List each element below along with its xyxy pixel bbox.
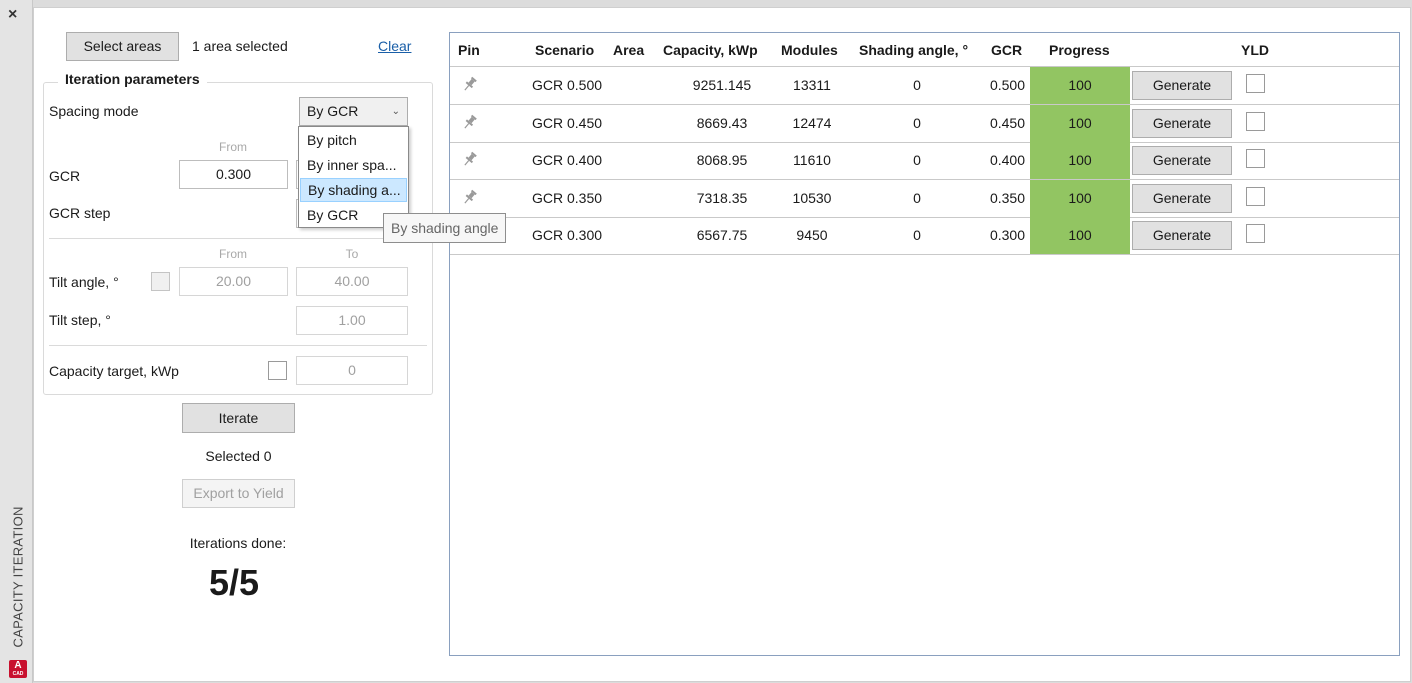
selected-count-text: Selected 0 (205, 448, 272, 464)
spacing-mode-value: By GCR (307, 103, 359, 119)
column-header-progress: Progress (1049, 42, 1110, 58)
cell-capacity: 6567.75 (696, 227, 748, 243)
dropdown-option-by-pitch[interactable]: By pitch (300, 128, 407, 152)
app-logo-sub: CAD (12, 671, 24, 677)
cell-shading-angle: 0 (913, 227, 921, 243)
spacing-mode-label: Spacing mode (49, 103, 139, 119)
area-status-text: 1 area selected (192, 38, 288, 54)
column-header-area: Area (613, 42, 645, 58)
cell-shading-angle: 0 (913, 114, 921, 131)
group-title: Iteration parameters (58, 71, 207, 87)
column-header-modules: Modules (781, 42, 838, 58)
dropdown-option-by-shading-angle[interactable]: By shading a... (300, 178, 407, 202)
yld-checkbox[interactable] (1246, 74, 1265, 93)
chevron-down-icon: ⌄ (391, 106, 400, 117)
tilt-angle-label: Tilt angle, ° (49, 274, 119, 290)
from-column-label: From (219, 140, 247, 154)
cell-shading-angle: 0 (913, 77, 921, 93)
progress-cell: 100 (1030, 104, 1130, 142)
results-table: Pin Scenario Area Capacity, kWp Modules … (449, 32, 1400, 656)
divider (49, 238, 427, 239)
cell-gcr: 0.400 (989, 152, 1025, 168)
cell-capacity: 8669.43 (696, 114, 748, 131)
column-header-pin: Pin (458, 42, 480, 58)
clear-link[interactable]: Clear (378, 38, 411, 54)
yld-checkbox[interactable] (1246, 149, 1265, 168)
cell-scenario: GCR 0.350 (532, 189, 603, 206)
table-row: GCR 0.300 6567.75 9450 0 0.300 100 Generate (450, 217, 1399, 255)
generate-button[interactable]: Generate (1132, 71, 1232, 100)
dropdown-tooltip: By shading angle (383, 213, 507, 243)
table-row: GCR 0.450 8669.43 12474 0 0.450 100 Generate (450, 104, 1399, 143)
gcr-from-input[interactable]: 0.300 (179, 160, 288, 189)
table-row: GCR 0.350 7318.35 10530 0 0.350 100 Generate (450, 179, 1399, 218)
gcr-label: GCR (49, 168, 81, 184)
close-icon[interactable]: × (8, 6, 17, 24)
cell-capacity: 8068.95 (696, 152, 748, 168)
dropdown-option-by-inner-spacing[interactable]: By inner spa... (300, 153, 407, 177)
capacity-target-label: Capacity target, kWp (49, 363, 179, 379)
cell-capacity: 7318.35 (696, 189, 748, 206)
spacing-mode-select[interactable]: By GCR ⌄ (299, 97, 408, 126)
cell-gcr: 0.300 (989, 227, 1025, 243)
gcr-step-label: GCR step (49, 205, 111, 221)
tilt-to-column-label: To (345, 247, 359, 261)
column-header-yld: YLD (1241, 42, 1269, 58)
pin-icon[interactable] (461, 75, 479, 93)
generate-button[interactable]: Generate (1132, 108, 1232, 138)
tilt-angle-checkbox[interactable] (151, 272, 170, 291)
progress-cell: 100 (1030, 217, 1130, 254)
generate-button[interactable]: Generate (1132, 146, 1232, 175)
generate-button[interactable]: Generate (1132, 221, 1232, 250)
tilt-to-input[interactable]: 40.00 (296, 267, 408, 296)
app-logo: A CAD (9, 660, 27, 678)
progress-cell: 100 (1030, 67, 1130, 104)
cell-shading-angle: 0 (913, 152, 921, 168)
capacity-target-input[interactable]: 0 (296, 356, 408, 385)
pin-icon[interactable] (461, 150, 479, 168)
select-areas-button[interactable]: Select areas (66, 32, 179, 61)
pin-icon[interactable] (461, 113, 479, 131)
cell-modules: 11610 (793, 152, 831, 168)
iterations-done-value: 5/5 (208, 562, 260, 603)
export-to-yield-button[interactable]: Export to Yield (182, 479, 295, 508)
cell-capacity: 9251.145 (692, 77, 752, 93)
tilt-from-input[interactable]: 20.00 (179, 267, 288, 296)
tilt-step-input[interactable]: 1.00 (296, 306, 408, 335)
column-header-gcr: GCR (991, 42, 1023, 58)
cell-scenario: GCR 0.300 (532, 227, 603, 243)
tilt-from-column-label: From (219, 247, 247, 261)
tilt-step-label: Tilt step, ° (49, 312, 111, 328)
yld-checkbox[interactable] (1246, 224, 1265, 243)
divider (49, 345, 427, 346)
cell-modules: 12474 (792, 114, 832, 131)
cell-scenario: GCR 0.400 (532, 152, 603, 168)
pin-icon[interactable] (461, 188, 479, 206)
column-header-capacity: Capacity, kWp (663, 42, 758, 58)
progress-cell: 100 (1030, 142, 1130, 179)
app-logo-letter: A (14, 660, 22, 671)
yld-checkbox[interactable] (1246, 186, 1265, 206)
iterate-button[interactable]: Iterate (182, 403, 295, 433)
cell-gcr: 0.450 (989, 114, 1025, 131)
generate-button[interactable]: Generate (1132, 183, 1232, 213)
cell-gcr: 0.350 (989, 189, 1025, 206)
table-row: GCR 0.500 9251.145 13311 0 0.500 100 Generate (450, 67, 1399, 105)
iterations-done-label: Iterations done: (189, 535, 287, 551)
cell-gcr: 0.500 (989, 77, 1025, 93)
panel-side-strip: × CAPACITY ITERATION A CAD (0, 0, 33, 683)
column-header-shading-angle: Shading angle, ° (859, 42, 969, 58)
cell-modules: 13311 (793, 77, 831, 93)
column-header-scenario: Scenario (535, 42, 595, 58)
cell-modules: 9450 (796, 227, 828, 243)
table-row: GCR 0.400 8068.95 11610 0 0.400 100 Generate (450, 142, 1399, 180)
cell-scenario: GCR 0.450 (532, 114, 603, 131)
progress-cell: 100 (1030, 179, 1130, 217)
capacity-target-checkbox[interactable] (268, 361, 287, 380)
cell-shading-angle: 0 (913, 189, 921, 206)
cell-scenario: GCR 0.500 (532, 77, 603, 93)
yld-checkbox[interactable] (1246, 111, 1265, 131)
panel-title: CAPACITY ITERATION (10, 506, 26, 648)
cell-modules: 10530 (792, 189, 832, 206)
